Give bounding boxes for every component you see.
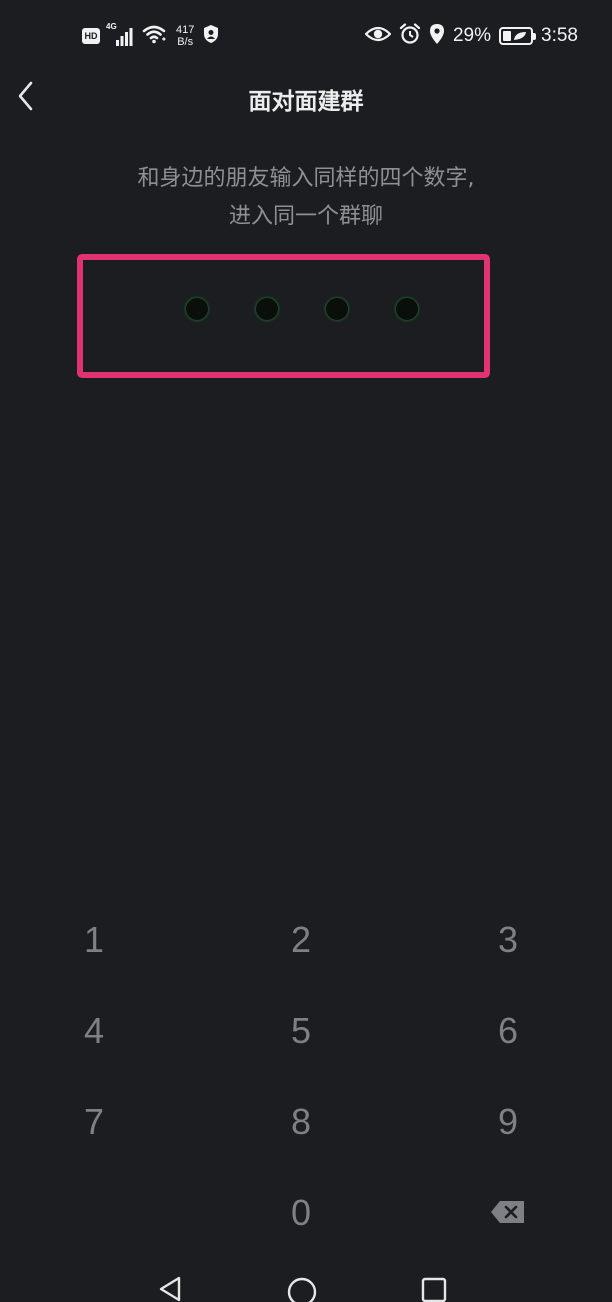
instruction-text: 和身边的朋友输入同样的四个数字, 进入同一个群聊: [60, 160, 552, 236]
key-6[interactable]: 6: [448, 996, 568, 1066]
code-digit-slot-4: [396, 298, 418, 320]
code-input-box[interactable]: [77, 254, 490, 378]
key-9[interactable]: 9: [448, 1087, 568, 1157]
battery-fill: [503, 31, 512, 41]
key-5[interactable]: 5: [241, 996, 361, 1066]
key-1[interactable]: 1: [34, 905, 154, 975]
square-recents-icon: [420, 1276, 448, 1302]
net-speed: 417 B/s: [176, 24, 194, 48]
net-speed-value: 417: [176, 24, 195, 36]
wifi-icon: [142, 24, 168, 48]
status-bar-left: HD 4G 417 B/s: [82, 22, 220, 50]
network-type-label: 4G: [106, 22, 117, 31]
alarm-icon: [399, 23, 421, 49]
battery-icon: [499, 27, 537, 45]
security-shield-icon: [202, 24, 220, 48]
screen: HD 4G 417 B/s 29% 3:58 面对面建群 和身边的朋友输入同样的…: [0, 0, 612, 1302]
title-bar: 面对面建群: [0, 72, 612, 124]
net-speed-unit: B/s: [177, 36, 194, 48]
cellular-signal-icon: 4G: [106, 22, 134, 46]
key-4[interactable]: 4: [34, 996, 154, 1066]
battery-percent: 29%: [452, 25, 492, 46]
key-8[interactable]: 8: [241, 1087, 361, 1157]
nav-recents-button[interactable]: [414, 1276, 454, 1302]
clock-time: 3:58: [541, 25, 578, 46]
code-digit-slot-3: [326, 298, 348, 320]
page-title: 面对面建群: [248, 89, 364, 115]
circle-home-icon: [286, 1276, 318, 1302]
code-digit-slot-2: [256, 298, 278, 320]
delete-key[interactable]: [448, 1178, 568, 1248]
hd-icon: HD: [82, 28, 100, 44]
key-7[interactable]: 7: [34, 1087, 154, 1157]
nav-back-button[interactable]: [150, 1276, 190, 1302]
triangle-back-icon: [157, 1276, 183, 1302]
instruction-line-1: 和身边的朋友输入同样的四个数字,: [137, 166, 475, 191]
key-3[interactable]: 3: [448, 905, 568, 975]
code-digit-slot-1: [186, 298, 208, 320]
system-nav-bar: [0, 1262, 612, 1302]
backspace-icon: [490, 1192, 526, 1234]
status-bar-right: 29% 3:58: [364, 22, 578, 50]
eye-icon: [364, 25, 392, 47]
key-0[interactable]: 0: [241, 1178, 361, 1248]
status-bar: HD 4G 417 B/s 29% 3:58: [0, 0, 612, 72]
instruction-line-2: 进入同一个群聊: [228, 204, 383, 229]
location-icon: [429, 23, 445, 49]
key-2[interactable]: 2: [241, 905, 361, 975]
nav-home-button[interactable]: [282, 1276, 322, 1302]
